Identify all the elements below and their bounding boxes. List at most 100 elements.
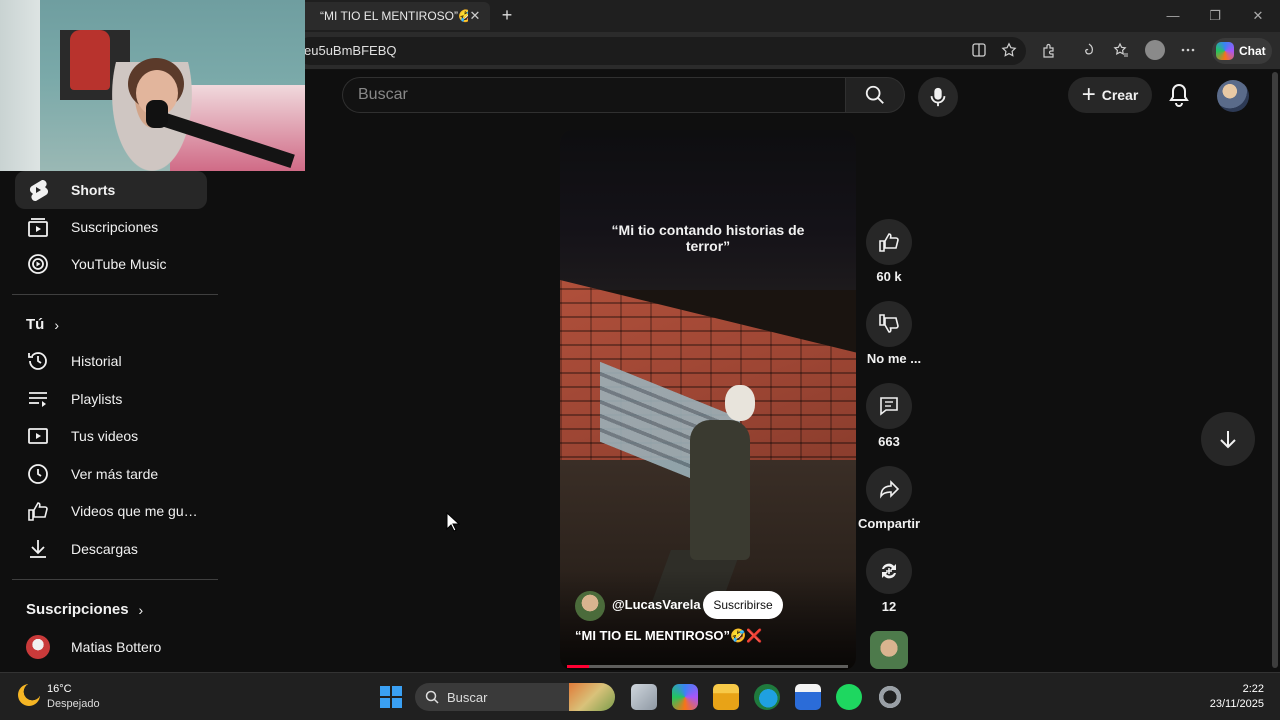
extensions-icon[interactable] [1039,40,1059,60]
like-button[interactable] [866,219,912,265]
subscribe-button[interactable]: Suscribirse [703,591,783,619]
close-window-icon[interactable]: ✕ [1248,6,1268,26]
remix-button[interactable] [866,548,912,594]
sidebar-item-label: Shorts [71,182,116,198]
video-sky [560,130,856,290]
clock-time[interactable]: 2:22 [1224,683,1264,695]
microsoft-store-icon[interactable] [795,684,821,710]
minimize-icon[interactable]: — [1163,6,1183,26]
copilot-app-icon[interactable] [672,684,698,710]
sidebar-item-label: YouTube Music [71,256,167,272]
like-count: 60 k [876,269,902,284]
sidebar-item-playlists[interactable]: Playlists [15,380,207,418]
remix-count: 12 [881,599,897,614]
file-explorer-icon[interactable] [713,684,739,710]
short-channel-name[interactable]: @LucasVarela [612,597,701,612]
you-section-heading[interactable]: Tú › [26,316,59,333]
sidebar-item-label: Playlists [71,391,123,407]
sidebar-item-channel[interactable]: Matias Bottero [15,628,207,666]
sidebar-item-liked-videos[interactable]: Videos que me gus... [15,492,207,530]
short-video-player[interactable]: “Mi tio contando historias de terror” [560,130,856,670]
dislike-label: No me ... [866,351,922,366]
copilot-chat-button[interactable]: Chat [1212,38,1272,64]
sidebar-item-label: Descargas [71,541,138,557]
spotify-icon[interactable] [836,684,862,710]
split-screen-icon[interactable] [969,40,989,60]
clock-date[interactable]: 23/11/2025 [1196,698,1264,710]
your-videos-icon [26,424,50,448]
new-tab-button[interactable]: + [498,6,516,24]
favorite-star-icon[interactable] [999,40,1019,60]
youtube-music-icon [26,252,50,276]
short-progress-track[interactable] [567,665,848,668]
windows-start-icon[interactable] [380,686,402,708]
webcam-microphone [146,100,168,128]
more-options-icon[interactable] [1178,40,1198,60]
edge-browser-icon[interactable] [754,684,780,710]
short-title[interactable]: “MI TIO EL MENTIROSO”🤣❌ [575,628,762,644]
subscriptions-heading-label: Suscripciones [26,601,129,618]
watch-later-icon [26,462,50,486]
webcam-jacket [70,30,110,90]
search-highlight-image [569,683,615,711]
sidebar-item-youtube-music[interactable]: YouTube Music [15,245,207,283]
video-overlay-text: “Mi tio contando historias de terror” [611,222,805,254]
thumbs-down-icon [879,314,899,333]
sidebar-item-downloads[interactable]: Descargas [15,530,207,568]
next-short-button[interactable] [1201,412,1255,466]
restore-icon[interactable]: ❐ [1205,6,1225,26]
browser-essentials-icon[interactable] [1079,40,1099,60]
search-icon [865,85,884,104]
sound-thumbnail[interactable] [870,631,908,669]
scrollbar-thumb[interactable] [1272,72,1278,668]
sidebar-item-label: Ver más tarde [71,466,159,482]
sidebar-item-history[interactable]: Historial [15,342,207,380]
search-button[interactable] [845,77,905,113]
notifications-bell-icon[interactable] [1166,82,1192,108]
short-channel-avatar[interactable] [575,591,605,621]
you-heading-label: Tú [26,316,45,333]
taskbar-search[interactable]: Buscar [415,683,615,711]
liked-videos-icon [26,499,50,523]
profile-icon[interactable] [1145,40,1165,60]
create-button[interactable]: + Crear [1068,77,1152,113]
moon-weather-icon[interactable] [18,684,40,706]
browser-tab[interactable]: “MI TIO EL MENTIROSO”🤣❌ ✕ [296,2,490,30]
search-input[interactable] [342,77,845,113]
chevron-right-icon: › [54,316,59,333]
share-button[interactable] [866,466,912,512]
weather-temperature[interactable]: 16°C [47,683,72,695]
sidebar: Shorts Suscripciones YouTube Music Tú › … [0,171,226,671]
create-label: Crear [1101,87,1139,103]
comments-button[interactable] [866,383,912,429]
channel-avatar [26,635,50,659]
arrow-down-icon [1220,431,1236,449]
sidebar-item-your-videos[interactable]: Tus videos [15,417,207,455]
sidebar-item-subscriptions[interactable]: Suscripciones [15,208,207,246]
voice-search-button[interactable] [918,77,958,117]
webcam-overlay [0,0,305,171]
weather-description[interactable]: Despejado [47,698,100,710]
thumbs-up-icon [879,233,899,252]
subscriptions-section-heading[interactable]: Suscripciones › [26,601,143,618]
dislike-button[interactable] [866,301,912,347]
shorts-icon [26,178,50,202]
taskbar-search-label: Buscar [447,689,488,705]
comment-icon [880,397,898,416]
plus-icon: + [1081,81,1096,108]
chat-label: Chat [1239,44,1266,58]
account-avatar[interactable] [1217,80,1249,112]
mouse-cursor-icon [446,512,460,532]
tab-title: “MI TIO EL MENTIROSO”🤣❌ [320,9,468,23]
obs-studio-icon[interactable] [877,684,903,710]
address-url[interactable]: eu5uBmBFEBQ [304,43,397,58]
sidebar-divider [12,294,218,295]
sidebar-item-watch-later[interactable]: Ver más tarde [15,455,207,493]
address-bar[interactable] [296,37,1026,65]
copilot-icon [1216,42,1234,60]
favorites-icon[interactable] [1111,40,1131,60]
tab-close-icon[interactable]: ✕ [468,8,482,24]
sidebar-item-shorts[interactable]: Shorts [15,171,207,209]
task-view-icon[interactable] [631,684,657,710]
remix-icon [882,563,896,579]
